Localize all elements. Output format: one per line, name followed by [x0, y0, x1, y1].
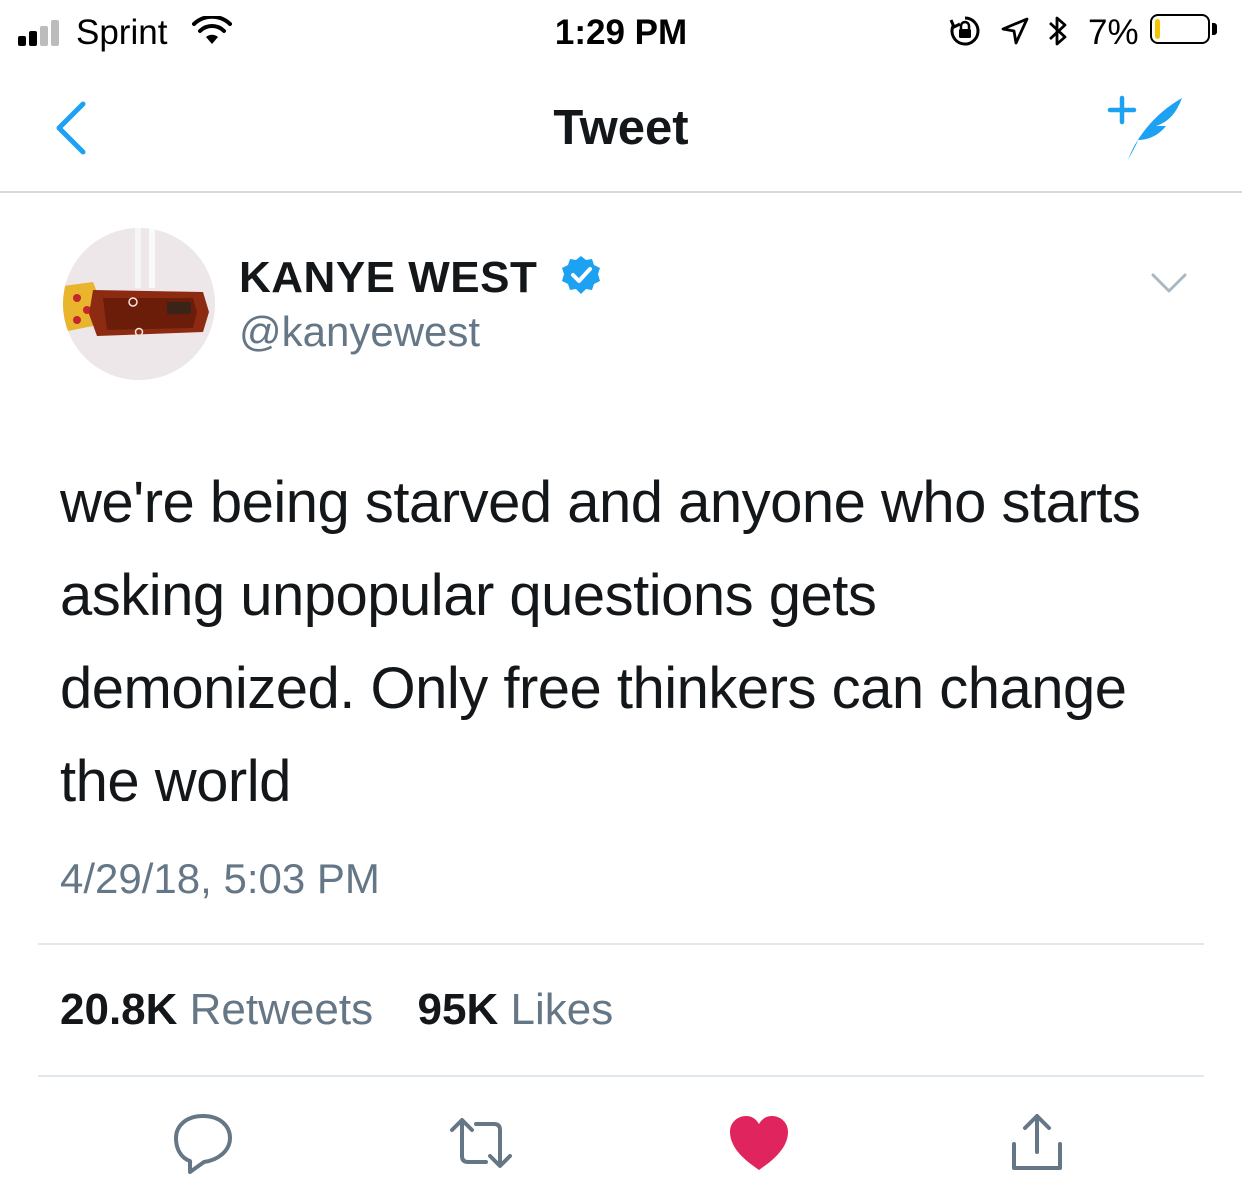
- tweet-timestamp: 4/29/18, 5:03 PM: [60, 855, 380, 902]
- bluetooth-icon: [1049, 16, 1067, 46]
- display-name[interactable]: KANYE WEST: [239, 253, 537, 302]
- divider: [38, 1075, 1204, 1077]
- likes-label: Likes: [510, 985, 614, 1034]
- retweet-icon[interactable]: [446, 1108, 516, 1178]
- rotation-lock-icon: [949, 16, 980, 46]
- battery-tip: [1212, 23, 1217, 35]
- retweets-label: Retweets: [189, 985, 374, 1034]
- battery-percent: 7%: [1088, 13, 1139, 52]
- tweet-text: we're being starved and anyone who start…: [60, 470, 1141, 814]
- reply-icon[interactable]: [168, 1108, 238, 1178]
- display-name-row: KANYE WEST: [239, 254, 602, 300]
- heart-icon[interactable]: [724, 1108, 794, 1178]
- battery-icon: [1150, 14, 1210, 44]
- verified-badge-icon: [562, 256, 601, 294]
- compose-tweet-icon[interactable]: [1104, 92, 1188, 164]
- location-icon: [1001, 17, 1029, 45]
- engagement-stats: 20.8K Retweets 95K Likes: [60, 988, 613, 1032]
- share-icon[interactable]: [1002, 1108, 1072, 1178]
- avatar[interactable]: [63, 228, 215, 380]
- battery-level-fill: [1155, 19, 1160, 39]
- status-bar: Sprint 1:29 PM 7%: [0, 0, 1242, 66]
- divider: [38, 943, 1204, 945]
- user-handle[interactable]: @kanyewest: [239, 311, 480, 353]
- page-title: Tweet: [553, 101, 689, 155]
- likes-count: 95K: [417, 985, 499, 1034]
- likes-stat[interactable]: 95K Likes: [418, 985, 614, 1034]
- more-options-chevron-down-icon[interactable]: [1150, 270, 1188, 296]
- retweets-stat[interactable]: 20.8K Retweets: [60, 985, 373, 1034]
- avatar-image: [63, 228, 215, 380]
- retweets-count: 20.8K: [60, 985, 178, 1034]
- nav-divider: [0, 191, 1242, 193]
